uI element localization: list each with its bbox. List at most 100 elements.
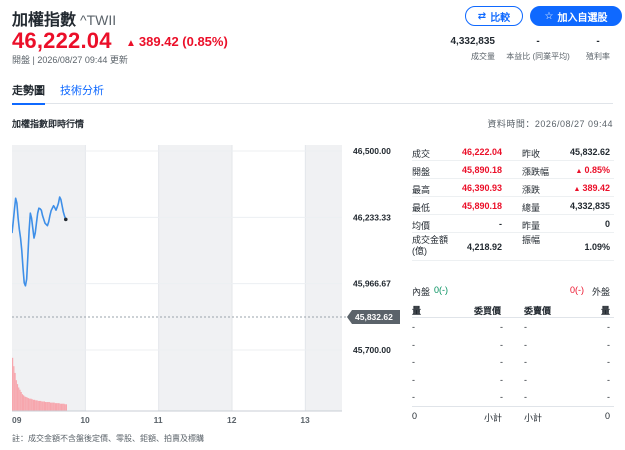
quote-header: 加權指數 ^TWII 46,222.04 ▲ 389.42 (0.85%) 開盤 |… [12, 4, 622, 65]
bid-subtotal-label: 小計 [484, 412, 503, 423]
y-tick-label: 46,500.00 [353, 146, 391, 156]
col-bid-qty: 量 [412, 306, 422, 316]
quote-value: 0 [605, 219, 610, 229]
tab-trend-chart[interactable]: 走勢圖 [12, 82, 45, 105]
volume-bar [52, 402, 54, 411]
x-tick-label: 13 [300, 415, 310, 425]
up-triangle-icon: ▲ [573, 186, 581, 193]
order-book-cell: - [412, 374, 415, 385]
order-book-cell: - [412, 322, 415, 332]
order-book-columns: 量 委買價 委賣價 量 [412, 300, 614, 318]
volume-bar [32, 399, 34, 411]
volume-bar [20, 391, 22, 411]
volume-bar [14, 372, 16, 411]
col-ask-price: 委賣價 [524, 306, 552, 316]
col-ask-qty: 量 [600, 306, 610, 316]
last-price-dot [63, 217, 68, 222]
volume-bar [36, 400, 38, 411]
volume-bar [64, 404, 66, 411]
add-watchlist-label: 加入自選股 [557, 12, 608, 24]
volume-bar [65, 404, 67, 411]
quote-value-text: 4,332,835 [569, 201, 610, 211]
order-book-rows: - - - - - - - - - - - - - - - - - - - - [412, 318, 614, 406]
x-tick-label: 11 [154, 415, 163, 425]
quote-label: 漲跌幅 [522, 167, 550, 177]
order-book-cell: - [500, 357, 503, 367]
y-tick-label: 45,966.67 [353, 279, 391, 289]
volume-bar [41, 401, 43, 411]
volume-bar [57, 403, 59, 411]
ask-subtotal-label: 小計 [524, 412, 543, 423]
quote-label: 成交金額 (億) [412, 235, 449, 256]
quote-label: 昨量 [522, 221, 541, 231]
inner-value: 0(-) [434, 285, 448, 295]
data-timestamp: 資料時間：2026/08/27 09:44 [487, 119, 613, 129]
order-book-cell: - [412, 392, 415, 402]
volume-bar [29, 398, 31, 411]
order-book-cell: - [500, 374, 503, 385]
quote-value: 46,390.93 [461, 183, 502, 193]
order-book-cell: - [607, 374, 610, 385]
quote-value-text: 45,832.62 [569, 147, 610, 157]
quote-value: 45,832.62 [570, 147, 610, 157]
order-book: 內盤 0(-) 0(-) 外盤 量 委買價 委賣價 量 ------------… [412, 282, 614, 424]
order-book-cell: - [524, 322, 527, 332]
star-icon: ☆ [544, 10, 554, 22]
tab-technical-analysis[interactable]: 技術分析 [60, 82, 104, 103]
volume-bar [26, 397, 28, 411]
quote-value-text: 389.42 [582, 183, 610, 193]
quote-label: 昨收 [522, 149, 541, 159]
volume-bar [31, 399, 33, 411]
quote-row: 成交金額 (億) 4,218.92 振幅 1.09% [412, 233, 614, 261]
volume-bar [18, 387, 20, 411]
order-book-row: ---- [412, 388, 614, 406]
compare-label: 比較 [490, 12, 511, 24]
volume-bar [54, 403, 56, 411]
order-book-footer: 0 小計 小計 0 [412, 405, 614, 424]
order-book-row: ---- [412, 336, 614, 354]
volume-bar [25, 397, 27, 411]
hour-band [158, 145, 232, 411]
compare-button[interactable]: ⇄ 比較 [465, 6, 523, 26]
volume-bar [49, 402, 52, 411]
volume-bar [19, 389, 21, 411]
outer-value: 0(-) [570, 285, 584, 295]
index-name: 加權指數 [12, 12, 77, 29]
quote-label: 成交 [412, 149, 431, 159]
order-book-cell: - [524, 339, 527, 350]
volume-bar [43, 401, 45, 411]
quote-value: 45,890.18 [461, 165, 502, 175]
order-book-row: ---- [412, 353, 614, 371]
volume-bar [47, 402, 49, 411]
up-triangle-icon: ▲ [126, 38, 136, 49]
volume-bar [53, 402, 55, 411]
intraday-chart[interactable]: 46,500.00 46,233.33 45,966.67 45,700.00 45,8… [12, 145, 407, 430]
quote-label: 均價 [412, 221, 431, 231]
hour-band [305, 145, 342, 411]
add-watchlist-button[interactable]: ☆ 加入自選股 [530, 6, 622, 26]
volume-bar [13, 366, 15, 411]
quote-label: 最高 [412, 185, 431, 195]
quote-value: 1.09% [584, 242, 610, 252]
order-book-cell: - [500, 392, 503, 402]
volume-bar [45, 402, 47, 411]
stat-label: 本益比 (同業平均) [506, 52, 570, 61]
quote-value: 45,890.18 [461, 201, 502, 211]
col-bid-price: 委買價 [474, 306, 502, 316]
up-triangle-icon: ▲ [575, 168, 583, 175]
order-book-row: ---- [412, 371, 614, 389]
stat-yield: - 殖利率 [578, 36, 618, 62]
section-title: 加權指數即時行情 [12, 119, 85, 129]
x-tick-label: 12 [227, 415, 237, 425]
volume-bar [60, 403, 63, 411]
volume-bar [16, 384, 19, 411]
order-book-cell: - [524, 392, 527, 402]
quote-table: 成交 46,222.04 昨收 45,832.62 開盤 45,890.18 漲跌幅 ▲ 0.8… [412, 143, 614, 261]
y-tick-label: 46,233.33 [353, 212, 391, 222]
order-book-cell: - [607, 322, 610, 332]
volume-bar [38, 400, 41, 411]
stat-volume: 4,332,835 成交量 [443, 36, 496, 62]
order-book-cell: - [524, 374, 527, 385]
stat-value: - [596, 36, 600, 47]
x-tick-label: 09 [12, 415, 22, 425]
